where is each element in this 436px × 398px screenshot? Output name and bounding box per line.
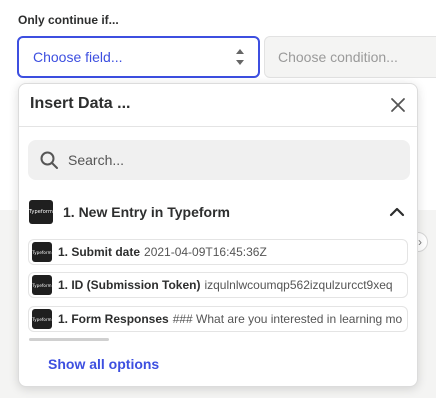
search-input[interactable] <box>68 152 368 168</box>
scrollbar-thumb[interactable] <box>29 338 109 341</box>
option-value: izqulnlwcoumqp562izqulzurcct9xeq <box>204 278 393 292</box>
search-icon <box>40 151 58 169</box>
option-name: 1. ID (Submission Token) <box>58 278 201 292</box>
chevron-updown-icon <box>236 49 244 65</box>
option-submit-date[interactable]: Typeform 1. Submit date 2021-04-09T16:45… <box>28 239 408 265</box>
group-header-typeform[interactable]: Typeform 1. New Entry in Typeform <box>29 199 411 225</box>
choose-condition-select[interactable]: Choose condition... <box>264 36 436 78</box>
option-value: 2021-04-09T16:45:36Z <box>144 245 267 259</box>
search-box[interactable] <box>28 140 410 180</box>
close-icon[interactable] <box>387 94 409 116</box>
typeform-logo: Typeform <box>32 275 52 295</box>
option-value: ### What are you interested in learning … <box>172 312 403 326</box>
typeform-logo: Typeform <box>29 200 53 224</box>
option-name: 1. Submit date <box>58 245 141 259</box>
dropdown-title: Insert Data ... <box>30 95 131 112</box>
choose-field-select[interactable]: Choose field... <box>17 36 260 78</box>
group-title: 1. New Entry in Typeform <box>63 204 230 220</box>
option-form-responses[interactable]: Typeform 1. Form Responses ### What are … <box>28 306 408 332</box>
dropdown-divider <box>19 126 417 127</box>
typeform-logo: Typeform <box>32 309 52 329</box>
filter-label: Only continue if... <box>18 13 119 27</box>
choose-field-text: Choose field... <box>33 49 123 65</box>
show-all-options-link[interactable]: Show all options <box>48 356 159 372</box>
insert-data-dropdown: Insert Data ... Typeform 1. New Entry in… <box>18 83 418 387</box>
chevron-up-icon[interactable] <box>389 204 405 220</box>
horizontal-scrollbar[interactable] <box>29 338 409 341</box>
choose-condition-text: Choose condition... <box>278 49 398 65</box>
option-submission-token[interactable]: Typeform 1. ID (Submission Token) izquln… <box>28 272 408 298</box>
typeform-logo: Typeform <box>32 242 52 262</box>
option-name: 1. Form Responses <box>58 312 169 326</box>
